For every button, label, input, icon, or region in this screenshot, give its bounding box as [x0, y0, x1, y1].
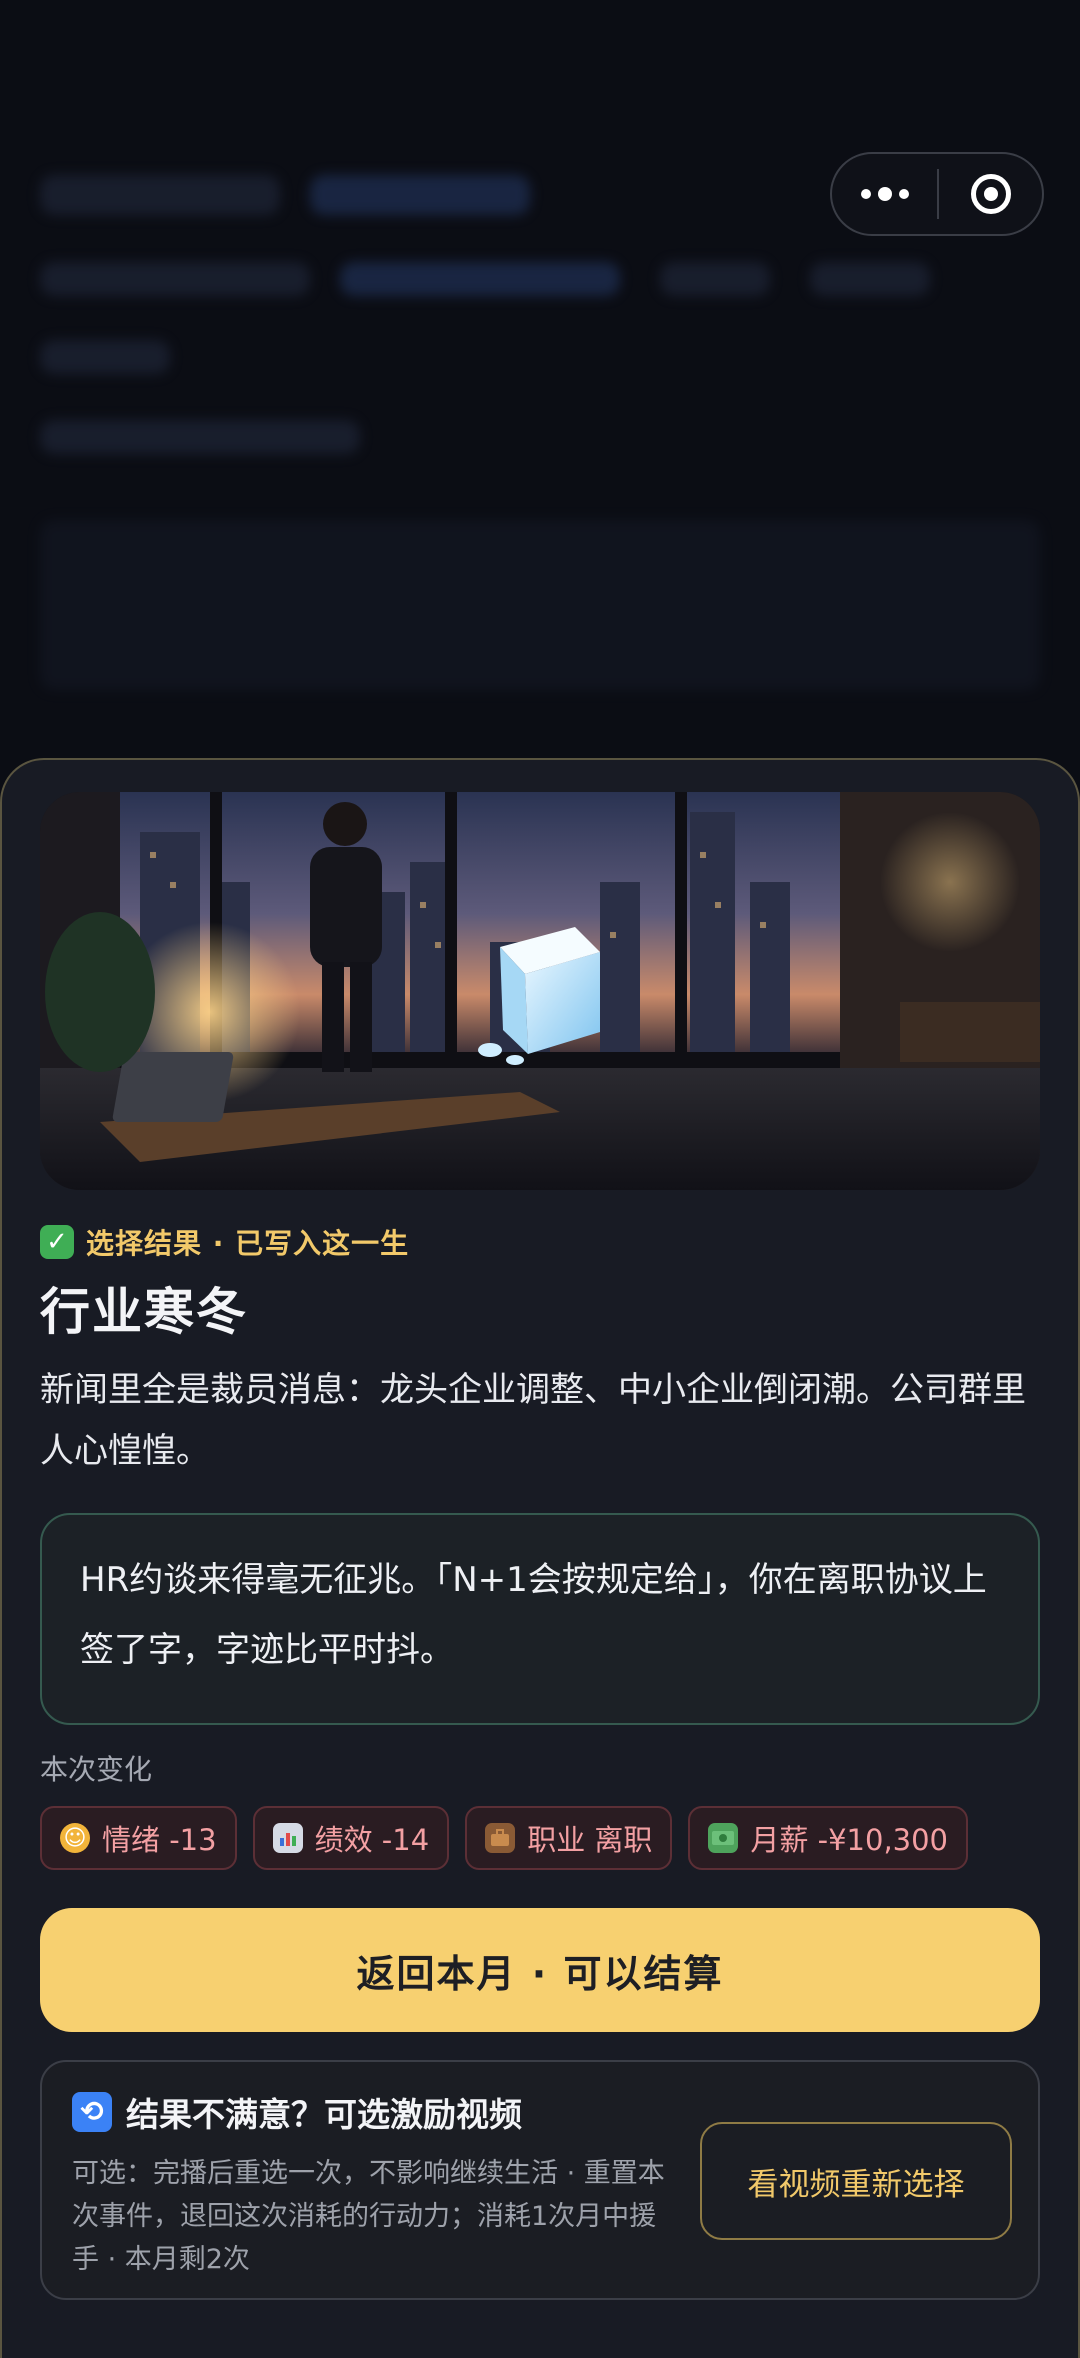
dot-icon	[898, 189, 909, 199]
outcome-quote-box: HR约谈来得毫无征兆。「N+1会按规定给」，你在离职协议上签了字，字迹比平时抖。	[40, 1513, 1040, 1725]
change-chip-career: 职业 离职	[465, 1806, 673, 1870]
more-options-button[interactable]	[832, 154, 937, 234]
dot-icon	[877, 187, 892, 201]
close-mini-program-button[interactable]	[939, 154, 1042, 234]
event-title: 行业寒冬	[40, 1283, 248, 1341]
briefcase-icon	[485, 1823, 516, 1853]
office-night-scene	[40, 792, 1040, 1190]
change-chip-mood: ☺ 情绪 -13	[40, 1806, 237, 1870]
dot-icon	[860, 189, 871, 199]
reroll-title: ⟲ 结果不满意？可选激励视频	[72, 2088, 522, 2136]
reroll-panel: ⟲ 结果不满意？可选激励视频 可选：完播后重选一次，不影响继续生活 · 重置本次…	[40, 2060, 1040, 2300]
change-chips: ☺ 情绪 -13 绩效 -14 职业 离职 月薪 -¥10,300	[40, 1806, 969, 1870]
outcome-quote-text: HR约谈来得毫无征兆。「N+1会按规定给」，你在离职协议上签了字，字迹比平时抖。	[80, 1560, 987, 1670]
change-chip-text: 职业 离职	[527, 1823, 653, 1857]
change-chip-text: 绩效 -14	[314, 1823, 430, 1857]
event-description: 新闻里全是裁员消息：龙头企业调整、中小企业倒闭潮。公司群里人心惶惶。	[40, 1370, 1026, 1471]
mini-program-capsule	[830, 152, 1044, 236]
change-chip-salary: 月薪 -¥10,300	[688, 1806, 969, 1870]
change-chip-text: 情绪 -13	[102, 1823, 217, 1857]
return-to-month-button[interactable]: 返回本月 · 可以结算	[40, 1908, 1040, 2032]
refresh-icon: ⟲	[72, 2092, 112, 2132]
hero-illustration	[40, 792, 1040, 1190]
reroll-title-text: 结果不满意？可选激励视频	[126, 2095, 522, 2134]
reroll-description: 可选：完播后重选一次，不影响继续生活 · 重置本次事件，退回这次消耗的行动力；消…	[72, 2158, 665, 2275]
change-chip-text: 月薪 -¥10,300	[750, 1823, 949, 1857]
cash-icon	[708, 1823, 739, 1853]
changes-label: 本次变化	[40, 1753, 153, 1786]
blurred-background	[0, 0, 1080, 760]
target-close-icon	[970, 174, 1011, 214]
result-status: ✓ 选择结果 · 已写入这一生	[40, 1220, 409, 1264]
change-chip-performance: 绩效 -14	[252, 1806, 450, 1870]
smile-emoji-icon: ☺	[60, 1823, 90, 1853]
check-mark-icon: ✓	[40, 1225, 74, 1259]
bar-chart-icon	[272, 1823, 303, 1853]
result-status-text: 选择结果 · 已写入这一生	[86, 1227, 410, 1260]
watch-video-reselect-button[interactable]: 看视频重新选择	[700, 2122, 1012, 2240]
